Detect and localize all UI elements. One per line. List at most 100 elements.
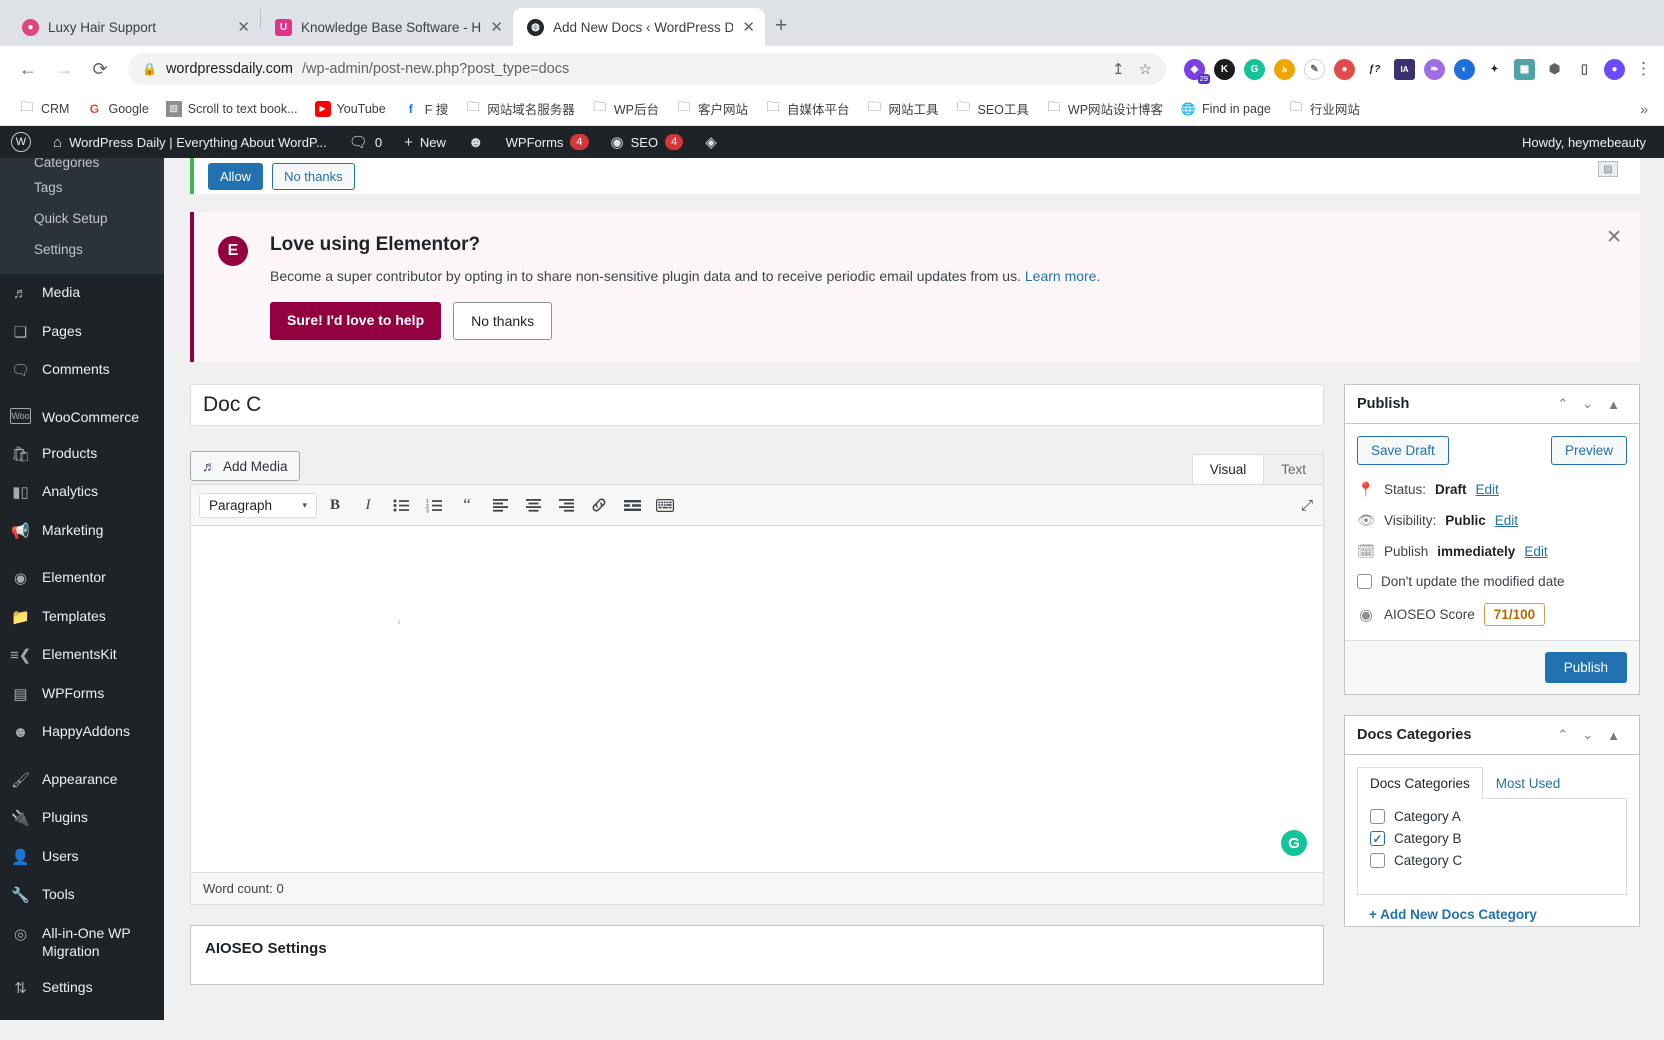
sidebar-item-elementor[interactable]: ◉ Elementor [0, 559, 164, 598]
bookmark-wp-design-blog[interactable]: 🗀 WP网站设计博客 [1039, 95, 1170, 122]
learn-more-link[interactable]: Learn more. [1025, 268, 1100, 284]
blue-circle-extension[interactable]: ◐ [1454, 58, 1475, 80]
move-up-icon[interactable]: ⌃ [1550, 396, 1575, 412]
edit-visibility-link[interactable]: Edit [1495, 513, 1518, 528]
bold-icon[interactable]: B [320, 491, 350, 519]
dont-update-modified-checkbox[interactable] [1357, 574, 1372, 589]
sidebar-item-plugins[interactable]: 🔌 Plugins [0, 799, 164, 838]
bookmark-youtube[interactable]: ▶ YouTube [308, 97, 393, 121]
share-icon[interactable]: ↥ [1112, 60, 1125, 78]
forward-icon[interactable]: → [48, 53, 80, 85]
opt-out-button[interactable]: No thanks [453, 302, 553, 340]
numbered-list-icon[interactable]: 123 [419, 491, 449, 519]
blockquote-icon[interactable]: “ [452, 491, 482, 519]
sidebar-item-docs-settings[interactable]: Settings [0, 234, 164, 265]
sidebar-item-comments[interactable]: 🗨 Comments [0, 351, 164, 390]
grammarly-badge-icon[interactable]: G [1281, 830, 1307, 856]
tab-visual[interactable]: Visual [1191, 454, 1265, 485]
howdy-user-menu[interactable]: Howdy, heymebeauty [1522, 135, 1650, 150]
bulleted-list-icon[interactable] [386, 491, 416, 519]
wp-logo-menu[interactable]: W [0, 126, 42, 158]
tab-close-icon[interactable]: ✕ [742, 20, 755, 35]
browser-tab-3-active[interactable]: ◍ Add New Docs ‹ WordPress Da ✕ [513, 8, 765, 46]
browser-tab-2[interactable]: U Knowledge Base Software - He ✕ [261, 8, 513, 46]
bookmark-star-icon[interactable]: ☆ [1139, 60, 1152, 78]
category-checkbox[interactable] [1370, 809, 1385, 824]
back-icon[interactable]: ← [12, 53, 44, 85]
bookmark-media-platforms[interactable]: 🗀 自媒体平台 [758, 95, 857, 122]
new-tab-button[interactable]: + [775, 14, 787, 38]
bookmark-facebook-search[interactable]: fF 搜 [396, 95, 456, 122]
format-select[interactable]: Paragraph ▾ [199, 492, 317, 518]
category-checkbox[interactable]: ✓ [1370, 831, 1385, 846]
browser-menu-icon[interactable]: ⋮ [1629, 59, 1652, 79]
address-bar[interactable]: 🔒 wordpressdaily.com/wp-admin/post-new.p… [128, 53, 1166, 85]
category-checkbox[interactable] [1370, 853, 1385, 868]
tab-most-used[interactable]: Most Used [1483, 767, 1574, 799]
happyaddons-menu[interactable]: ☻ [457, 126, 495, 158]
insert-link-icon[interactable] [584, 491, 614, 519]
toggle-panel-icon[interactable]: ▲ [1600, 397, 1627, 412]
purple-diamond-extension[interactable]: ◆ 29 [1184, 58, 1210, 84]
reload-icon[interactable]: ⟳ [84, 53, 116, 85]
sidebar-item-pages[interactable]: ❏ Pages [0, 313, 164, 352]
save-draft-button[interactable]: Save Draft [1357, 436, 1449, 465]
sidebar-item-tags[interactable]: Tags [0, 172, 164, 203]
bookmark-find-in-page[interactable]: 🌐 Find in page [1173, 97, 1278, 121]
comments-menu[interactable]: 🗨 0 [338, 126, 393, 158]
sidebar-item-elementskit[interactable]: ≡❮ ElementsKit [0, 636, 164, 675]
tab-text[interactable]: Text [1263, 454, 1324, 485]
bookmark-crm[interactable]: 🗀 CRM [12, 97, 76, 121]
post-title-input[interactable] [190, 384, 1324, 426]
sidepanel-icon[interactable]: ▯ [1574, 58, 1595, 80]
edit-schedule-link[interactable]: Edit [1524, 544, 1547, 559]
kiwi-extension[interactable]: K [1214, 58, 1235, 80]
sidebar-item-marketing[interactable]: 📢 Marketing [0, 512, 164, 551]
grammarly-extension[interactable]: G [1244, 58, 1265, 80]
move-down-icon[interactable]: ⌄ [1575, 396, 1600, 412]
fontface-extension[interactable]: ƒ? [1364, 58, 1385, 80]
seo-menu[interactable]: ◉ SEO 4 [600, 126, 695, 158]
sidebar-item-settings[interactable]: ⇅ Settings [0, 969, 164, 1008]
read-more-icon[interactable] [617, 491, 647, 519]
bookmark-domain-servers[interactable]: 🗀 网站域名服务器 [458, 95, 582, 122]
allow-button[interactable]: Allow [208, 162, 264, 190]
sidebar-item-quick-setup[interactable]: Quick Setup [0, 203, 164, 234]
fullscreen-icon[interactable]: ⤢ [1301, 497, 1313, 514]
aioseo-score-badge[interactable]: 71/100 [1483, 603, 1546, 626]
bookmark-seo-tools[interactable]: 🗀 SEO工具 [949, 95, 1036, 122]
seo-sunflower-extension[interactable]: ৯ [1274, 58, 1295, 80]
edit-status-link[interactable]: Edit [1476, 482, 1499, 497]
preview-button[interactable]: Preview [1550, 436, 1627, 465]
sidebar-item-all-in-one-wp-migration[interactable]: ◎ All-in-One WP Migration [0, 915, 164, 969]
new-content-menu[interactable]: + New [393, 126, 457, 158]
bookmark-client-sites[interactable]: 🗀 客户网站 [669, 95, 755, 122]
align-center-icon[interactable] [518, 491, 548, 519]
sidebar-item-products[interactable]: 🛍 Products [0, 435, 164, 474]
toggle-panel-icon[interactable]: ▲ [1600, 728, 1627, 743]
pokeball-extension[interactable]: ● [1334, 58, 1355, 80]
site-name-menu[interactable]: ⌂ WordPress Daily | Everything About Wor… [42, 126, 338, 158]
tab-close-icon[interactable]: ✕ [237, 20, 250, 35]
purple-leaf-extension[interactable]: ❧ [1424, 58, 1445, 80]
align-right-icon[interactable] [551, 491, 581, 519]
category-item-c[interactable]: Category C [1370, 853, 1614, 868]
bookmark-industry-sites[interactable]: 🗀 行业网站 [1281, 95, 1367, 122]
bookmark-google[interactable]: G Google [79, 97, 155, 121]
move-up-icon[interactable]: ⌃ [1550, 727, 1575, 743]
editor-content-area[interactable]: G [190, 525, 1324, 873]
bookmark-wp-admin[interactable]: 🗀 WP后台 [585, 95, 666, 122]
publish-button[interactable]: Publish [1544, 652, 1627, 683]
grid-extension[interactable]: ▦ [1514, 58, 1535, 80]
category-item-b[interactable]: ✓ Category B [1370, 831, 1614, 846]
notes-extension[interactable]: ✎ [1304, 58, 1325, 80]
sidebar-item-categories[interactable]: Categories [0, 158, 164, 172]
move-down-icon[interactable]: ⌄ [1575, 727, 1600, 743]
sidebar-item-tools[interactable]: 🔧 Tools [0, 876, 164, 915]
sidebar-item-woocommerce[interactable]: Woo WooCommerce [0, 399, 164, 435]
align-left-icon[interactable] [485, 491, 515, 519]
sidebar-item-analytics[interactable]: ▮▯ Analytics [0, 473, 164, 512]
ia-extension[interactable]: IA [1394, 58, 1415, 80]
bookmark-site-tools[interactable]: 🗀 网站工具 [859, 95, 945, 122]
italic-icon[interactable]: I [353, 491, 383, 519]
